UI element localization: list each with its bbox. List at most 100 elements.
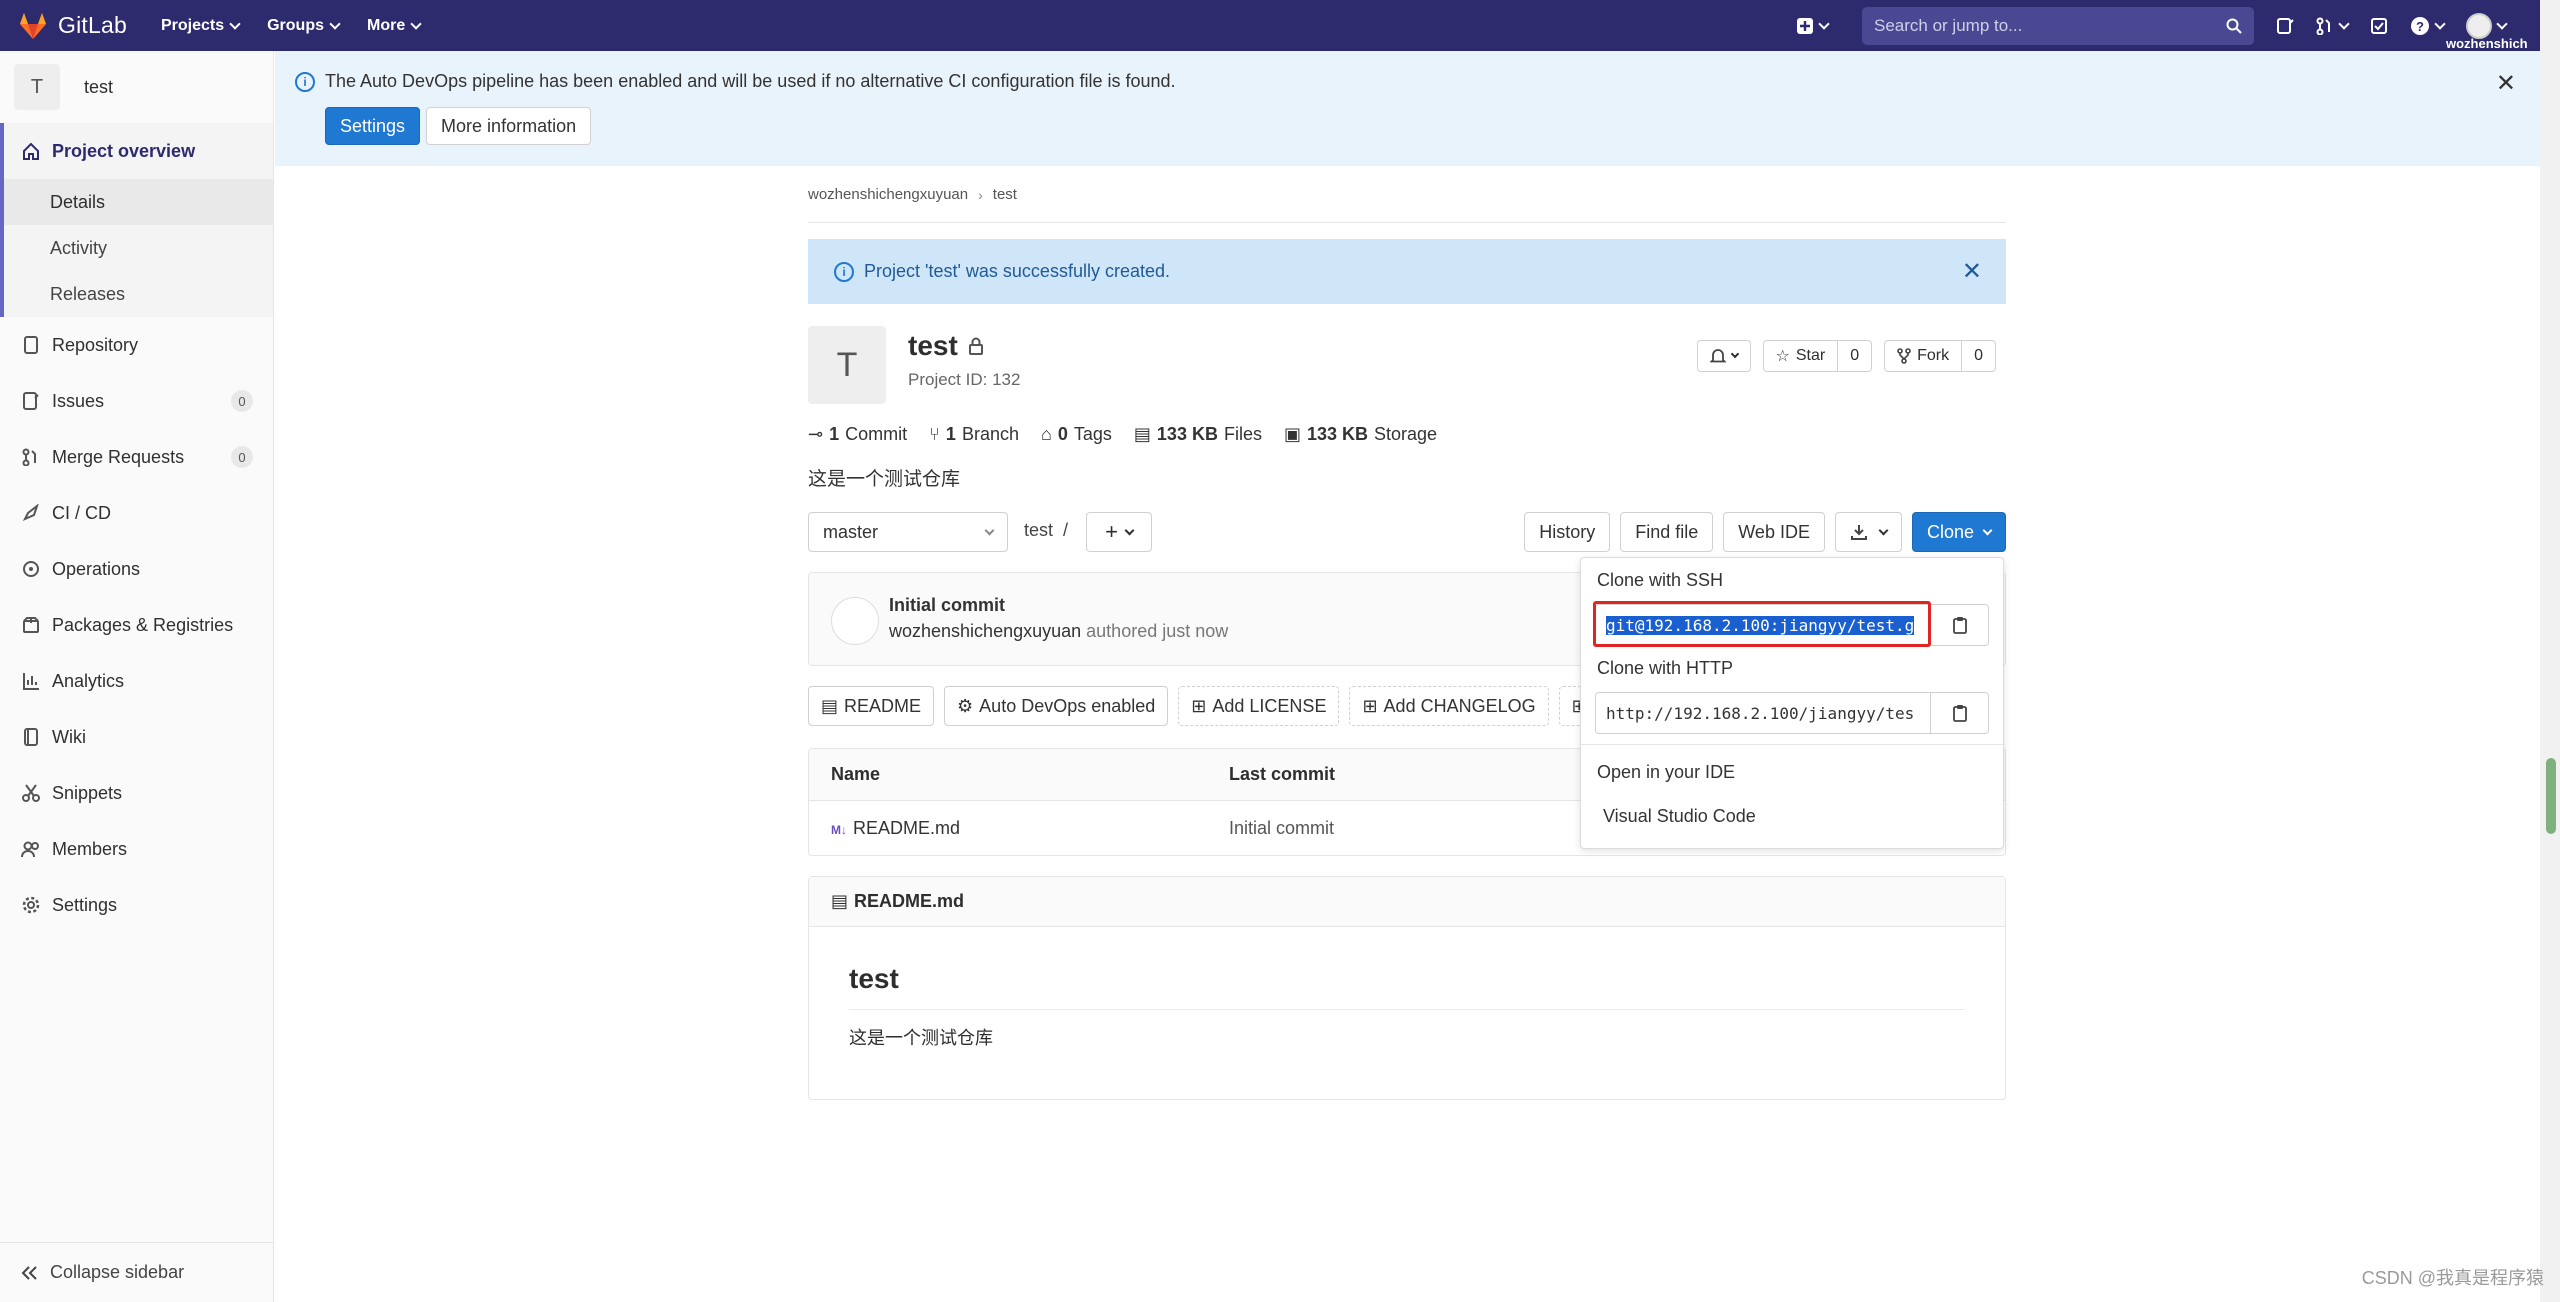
download-dropdown-button[interactable] [1834,512,1902,552]
web-ide-button[interactable]: Web IDE [1723,512,1825,552]
sidebar-project-header[interactable]: T test [0,51,273,123]
info-icon: i [834,261,854,282]
clone-label: Clone [1926,521,1974,542]
issues-icon [20,390,42,412]
http-url-input[interactable]: http://192.168.2.100/jiangyy/tes [1595,692,1931,734]
column-header-last-commit: Last commit [1229,764,1336,784]
issues-nav-button[interactable] [2276,17,2294,35]
commit-title[interactable]: Initial commit [889,595,1005,616]
repo-path-name[interactable]: test [1024,520,1053,540]
flash-message: Project 'test' was successfully created. [864,261,1170,281]
nav-more-label: More [367,16,406,34]
sidebar-subitem-activity[interactable]: Activity [4,225,273,271]
commit-author[interactable]: wozhenshichengxuyuan [889,621,1081,641]
fork-count[interactable]: 0 [1962,340,1996,372]
sidebar-item-label: Packages & Registries [52,614,234,635]
sidebar-item-members[interactable]: Members [0,821,273,877]
star-count[interactable]: 0 [1838,340,1873,372]
sidebar-subitem-releases[interactable]: Releases [4,271,273,317]
sidebar-item-label: Operations [52,558,141,579]
sidebar-item-operations[interactable]: Operations [0,541,273,597]
clone-button[interactable]: Clone [1911,512,2006,552]
notification-dropdown-button[interactable] [1696,340,1751,372]
plus-icon: + [1105,519,1118,544]
stat-tags[interactable]: ⌂ 0 Tags [1041,424,1112,445]
page-scrollbar[interactable] [2540,0,2560,1302]
add-changelog-button[interactable]: ⊞ Add CHANGELOG [1349,686,1549,726]
close-icon[interactable]: ✕ [2496,69,2516,98]
sidebar-item-packages-registries[interactable]: Packages & Registries [0,597,273,653]
repo-toolbar: master test / + History Find file Web ID… [808,512,2006,552]
merge-requests-nav-button[interactable] [2316,17,2350,35]
sidebar-item-project-overview[interactable]: Project overview [4,123,273,179]
nav-more[interactable]: More [367,16,422,35]
copy-http-url-button[interactable] [1931,692,1989,734]
breadcrumb-group[interactable]: wozhenshichengxuyuan [808,186,968,203]
stat-number: 133 KB [1156,424,1218,444]
stat-label: Files [1223,424,1262,444]
breadcrumb-project[interactable]: test [993,186,1017,203]
sidebar-item-analytics[interactable]: Analytics [0,653,273,709]
package-icon [20,614,42,636]
todos-nav-button[interactable] [2370,17,2388,35]
issues-count-badge: 0 [231,390,253,412]
history-button[interactable]: History [1524,512,1611,552]
banner-settings-button[interactable]: Settings [325,107,421,145]
stat-branches[interactable]: ⑂ 1 Branch [929,424,1019,445]
banner-message: The Auto DevOps pipeline has been enable… [325,71,1176,91]
sidebar-item-wiki[interactable]: Wiki [0,709,273,765]
file-last-commit[interactable]: Initial commit [1229,818,1334,839]
quick-actions: ▤ README ⚙ Auto DevOps enabled ⊞ Add LICENS… [808,686,1628,726]
sidebar-item-merge-requests[interactable]: Merge Requests 0 [0,429,273,485]
sidebar-item-snippets[interactable]: Snippets [0,765,273,821]
banner-more-information-button[interactable]: More information [426,107,592,145]
stat-number: 133 KB [1306,424,1369,444]
help-nav-button[interactable]: ? [2410,16,2446,36]
chevron-down-icon [1124,525,1135,535]
sidebar-item-settings[interactable]: Settings [0,877,273,933]
star-button[interactable]: ☆ Star [1762,340,1839,372]
scrollbar-thumb[interactable] [2546,758,2556,834]
user-menu-button[interactable] [2466,12,2508,39]
copy-ssh-url-button[interactable] [1931,604,1989,646]
readme-button[interactable]: ▤ README [808,686,935,726]
sidebar-item-repository[interactable]: Repository [0,317,273,373]
new-dropdown-button[interactable] [1796,17,1830,35]
collapse-sidebar-button[interactable]: Collapse sidebar [0,1242,274,1302]
close-icon[interactable]: ✕ [1962,257,1982,286]
fork-button[interactable]: Fork [1884,340,1963,372]
fork-icon [1897,348,1911,364]
clone-http-label: Clone with HTTP [1597,658,1734,678]
sidebar-project-name: test [84,76,114,97]
sidebar-subitem-details[interactable]: Details [4,179,273,225]
find-file-button[interactable]: Find file [1620,512,1714,552]
sidebar-item-label: Project overview [52,140,196,161]
add-license-button[interactable]: ⊞ Add LICENSE [1178,686,1340,726]
search-icon [2226,18,2242,34]
repo-path: test / [1024,520,1068,541]
book-icon [20,334,42,356]
sidebar-item-ci-cd[interactable]: CI / CD [0,485,273,541]
add-to-tree-button[interactable]: + [1086,512,1152,552]
stat-commits[interactable]: ⊸ 1 Commit [808,424,907,445]
sidebar-item-label: Analytics [52,670,125,691]
open-in-vscode-item[interactable]: Visual Studio Code [1603,806,1756,827]
chevron-down-icon [2496,17,2508,30]
open-in-ide-label: Open in your IDE [1597,762,1736,782]
stat-files[interactable]: ▤ 133 KB Files [1134,424,1262,445]
nav-groups[interactable]: Groups [267,17,341,35]
readme-filename[interactable]: README.md [854,891,964,912]
file-name[interactable]: README.md [853,818,960,838]
search-input[interactable]: Search or jump to... [1862,6,2254,45]
file-name-cell[interactable]: M↓ README.md [831,818,960,839]
project-stats: ⊸ 1 Commit ⑂ 1 Branch ⌂ 0 Tags ▤ 133 KB Files ▣ 1… [808,424,1437,445]
auto-devops-button[interactable]: ⚙ Auto DevOps enabled [944,686,1169,726]
add-license-label: Add LICENSE [1212,695,1327,716]
file-icon: ▤ [821,695,839,716]
markdown-icon: M↓ [831,822,847,837]
nav-projects[interactable]: Projects [161,17,241,35]
http-url-value: http://192.168.2.100/jiangyy/tes [1606,703,1915,723]
sidebar-item-issues[interactable]: Issues 0 [0,373,273,429]
gitlab-logo[interactable]: GitLab [18,12,161,40]
branch-selector[interactable]: master [808,512,1008,552]
